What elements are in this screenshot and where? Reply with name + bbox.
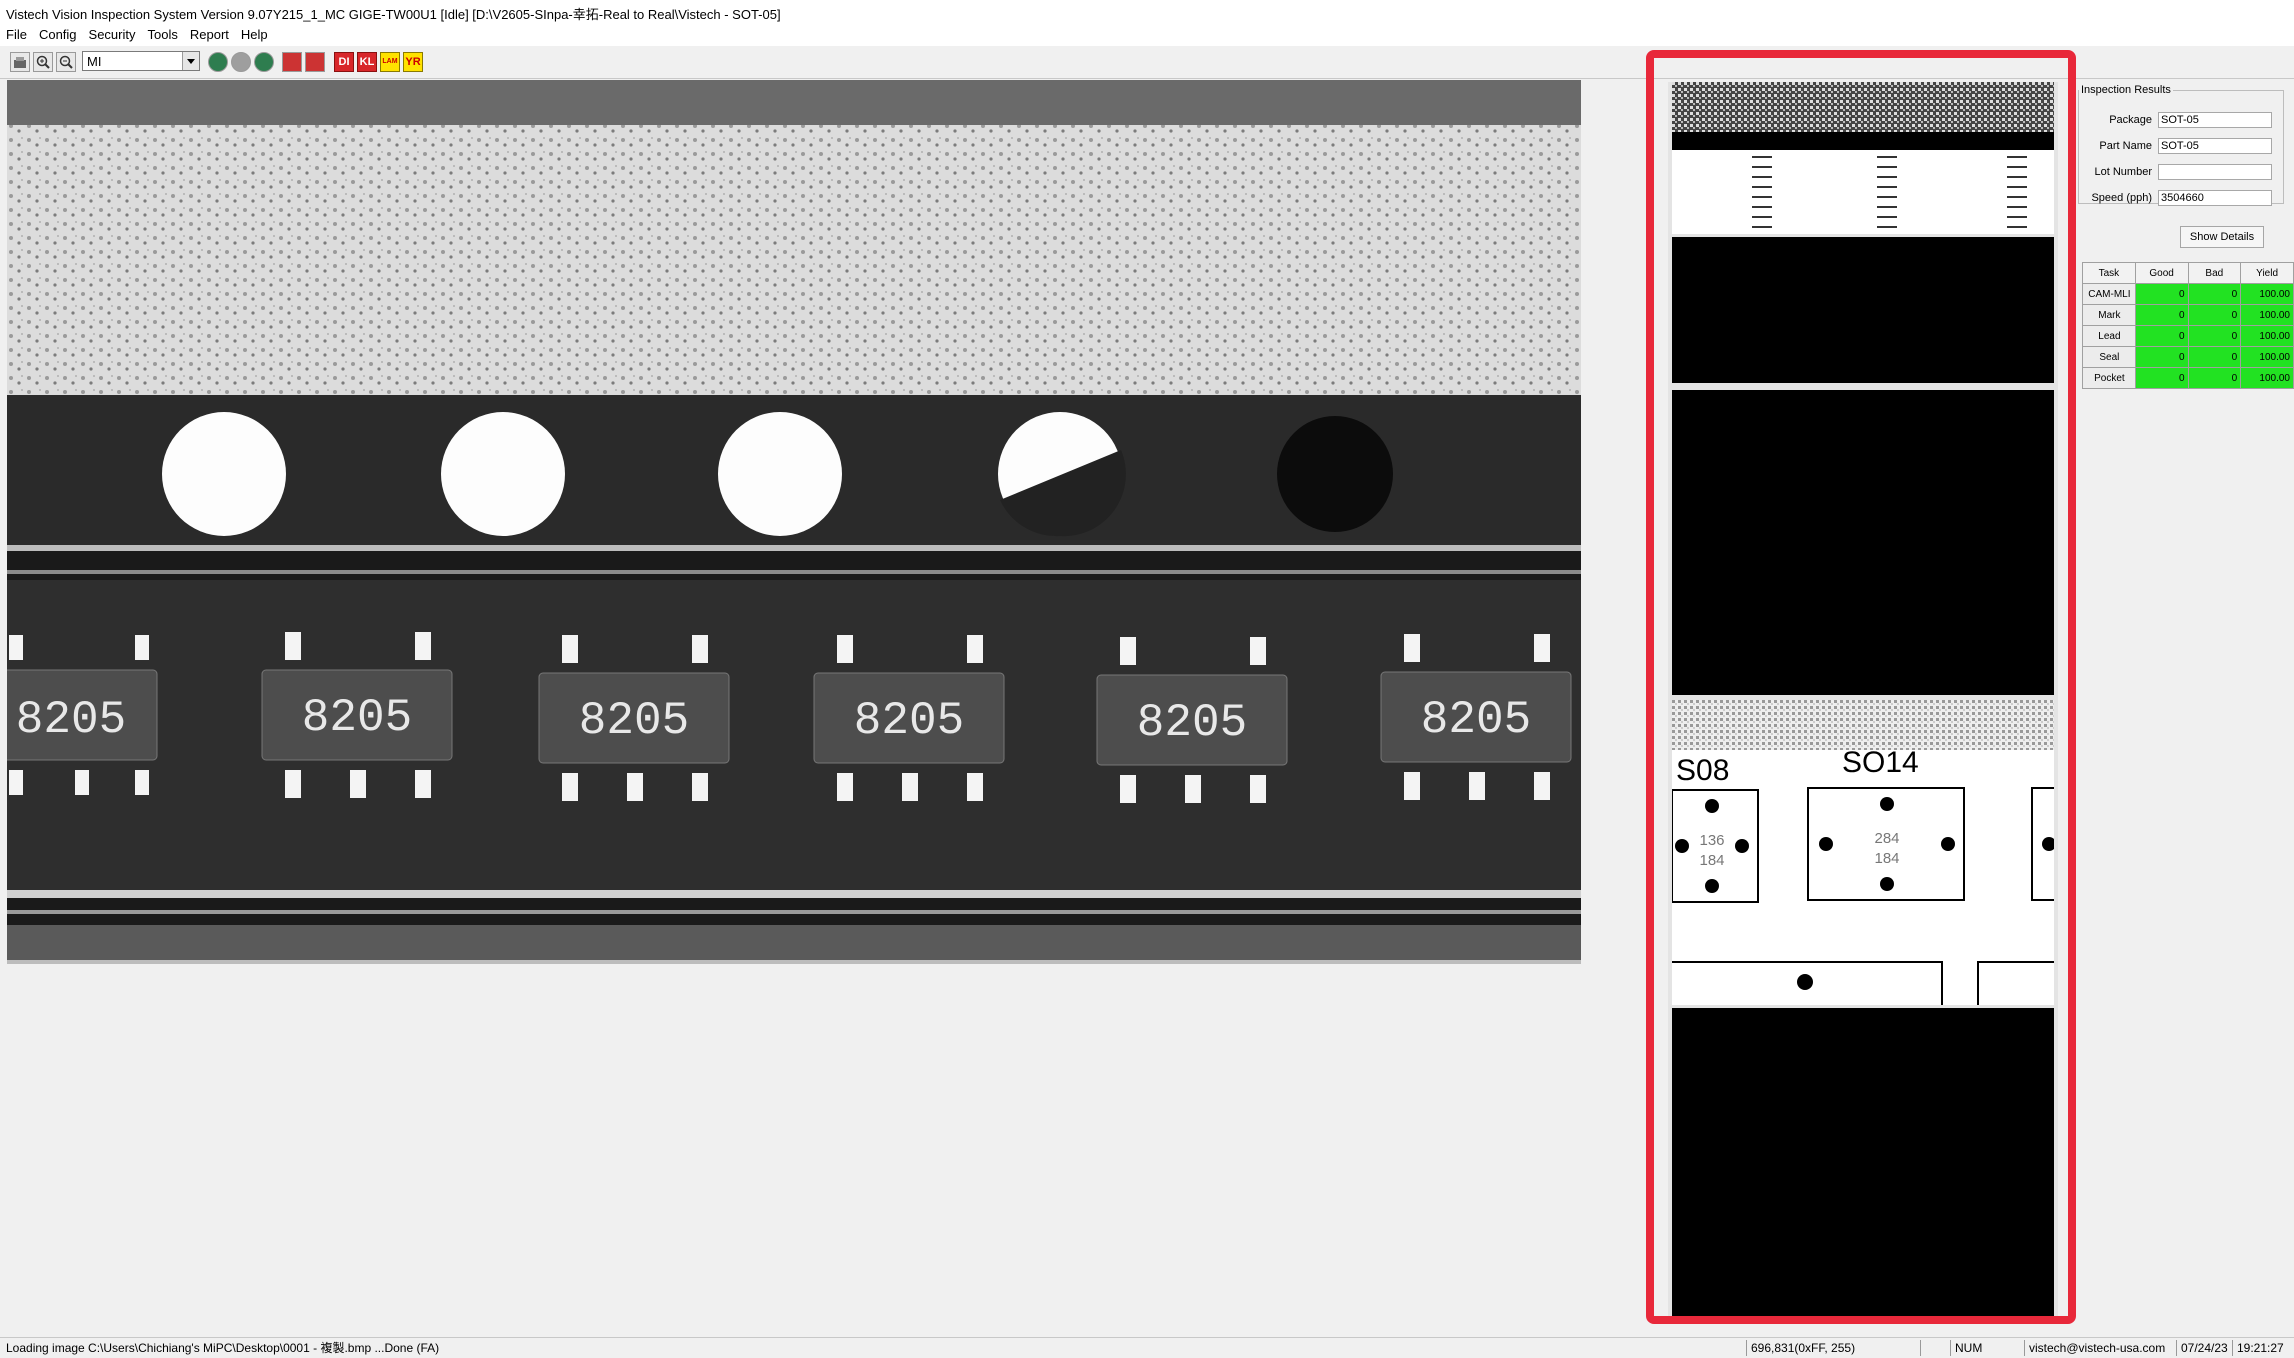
task-name: Lead [2082, 325, 2136, 347]
lam-button[interactable]: LAM [380, 52, 400, 72]
yield-value: 100.00 [2240, 325, 2294, 347]
status-coords: 696,831(0xFF, 255) [1746, 1340, 1921, 1356]
speed-label: Speed (pph) [2091, 192, 2152, 204]
status-email: vistech@vistech-usa.com [2024, 1340, 2179, 1356]
chip-mark: 8205 [579, 695, 689, 747]
chip-mark: 8205 [16, 694, 126, 746]
sprocket-hole [441, 412, 565, 536]
table-header-row: Task Good Bad Yield [2082, 262, 2294, 284]
zoom-out-icon[interactable] [56, 52, 76, 72]
chip-mark: 8205 [854, 695, 964, 747]
chip-mark: 8205 [302, 692, 412, 744]
chevron-down-icon[interactable] [182, 52, 199, 70]
column-header: Task [2082, 262, 2136, 284]
inspection-results-legend: Inspection Results [2081, 84, 2171, 96]
sprocket-hole [162, 412, 286, 536]
column-header: Bad [2187, 262, 2242, 284]
package-field[interactable]: SOT-05 [2158, 112, 2272, 128]
table-row[interactable]: Lead 0 0 100.00 [2082, 325, 2294, 347]
status-date: 07/24/23 [2176, 1340, 2233, 1356]
main-inspection-image[interactable]: 8205 8205 8205 8205 8205 8205 [7, 80, 1581, 964]
chip-mark: 8205 [1421, 694, 1531, 746]
menu-security[interactable]: Security [83, 24, 142, 42]
yield-value: 100.00 [2240, 367, 2294, 389]
kl-button[interactable]: KL [357, 52, 377, 72]
part-name-field[interactable]: SOT-05 [2158, 138, 2272, 154]
menu-bar: File Config Security Tools Report Help [0, 24, 2294, 46]
task-name: Seal [2082, 346, 2136, 368]
bad-count: 0 [2187, 283, 2242, 305]
zoom-in-icon[interactable] [33, 52, 53, 72]
window-title: Vistech Vision Inspection System Version… [6, 7, 781, 22]
sprocket-hole [1277, 416, 1393, 532]
stop-icon[interactable] [231, 52, 251, 72]
status-num: NUM [1950, 1340, 2003, 1356]
package-label: Package [2109, 114, 2152, 126]
bad-count: 0 [2187, 367, 2242, 389]
task-name: Mark [2082, 304, 2136, 326]
task-name: CAM-MLI [2082, 283, 2136, 305]
highlight-frame [1646, 50, 2076, 1324]
task-name: Pocket [2082, 367, 2136, 389]
table-row[interactable]: Seal 0 0 100.00 [2082, 346, 2294, 368]
yield-value: 100.00 [2240, 304, 2294, 326]
menu-help[interactable]: Help [235, 24, 274, 42]
table-row[interactable]: Pocket 0 0 100.00 [2082, 367, 2294, 389]
status-bar: Loading image C:\Users\Chichiang's MiPC\… [0, 1337, 2294, 1358]
menu-report[interactable]: Report [184, 24, 235, 42]
speed-field[interactable]: 3504660 [2158, 190, 2272, 206]
camera-icon[interactable] [282, 52, 302, 72]
table-row[interactable]: Mark 0 0 100.00 [2082, 304, 2294, 326]
table-row[interactable]: CAM-MLI 0 0 100.00 [2082, 283, 2294, 305]
yield-value: 100.00 [2240, 346, 2294, 368]
open-icon[interactable] [10, 52, 30, 72]
di-button[interactable]: DI [334, 52, 354, 72]
bad-count: 0 [2187, 304, 2242, 326]
good-count: 0 [2134, 346, 2189, 368]
chip-mark: 8205 [1137, 697, 1247, 749]
run-icon[interactable] [208, 52, 228, 72]
menu-file[interactable]: File [0, 24, 33, 42]
status-message: Loading image C:\Users\Chichiang's MiPC\… [6, 1341, 440, 1355]
lot-number-label: Lot Number [2094, 166, 2152, 178]
task-results-table: Task Good Bad Yield CAM-MLI 0 0 100.00 M… [2082, 262, 2294, 389]
sprocket-hole [718, 412, 842, 536]
good-count: 0 [2134, 304, 2189, 326]
menu-config[interactable]: Config [33, 24, 83, 42]
show-details-button[interactable]: Show Details [2180, 226, 2264, 248]
column-header: Good [2134, 262, 2189, 284]
lot-number-field[interactable] [2158, 164, 2272, 180]
menu-tools[interactable]: Tools [142, 24, 184, 42]
mode-select[interactable]: MI [82, 51, 200, 71]
step-icon[interactable] [254, 52, 274, 72]
mode-select-value: MI [87, 54, 102, 69]
yield-value: 100.00 [2240, 283, 2294, 305]
column-header: Yield [2240, 262, 2294, 284]
good-count: 0 [2134, 283, 2189, 305]
title-bar: Vistech Vision Inspection System Version… [0, 0, 2294, 25]
status-time: 19:21:27 [2232, 1340, 2294, 1356]
part-name-label: Part Name [2099, 140, 2152, 152]
camera2-icon[interactable] [305, 52, 325, 72]
good-count: 0 [2134, 367, 2189, 389]
bad-count: 0 [2187, 346, 2242, 368]
yr-button[interactable]: YR [403, 52, 423, 72]
bad-count: 0 [2187, 325, 2242, 347]
good-count: 0 [2134, 325, 2189, 347]
